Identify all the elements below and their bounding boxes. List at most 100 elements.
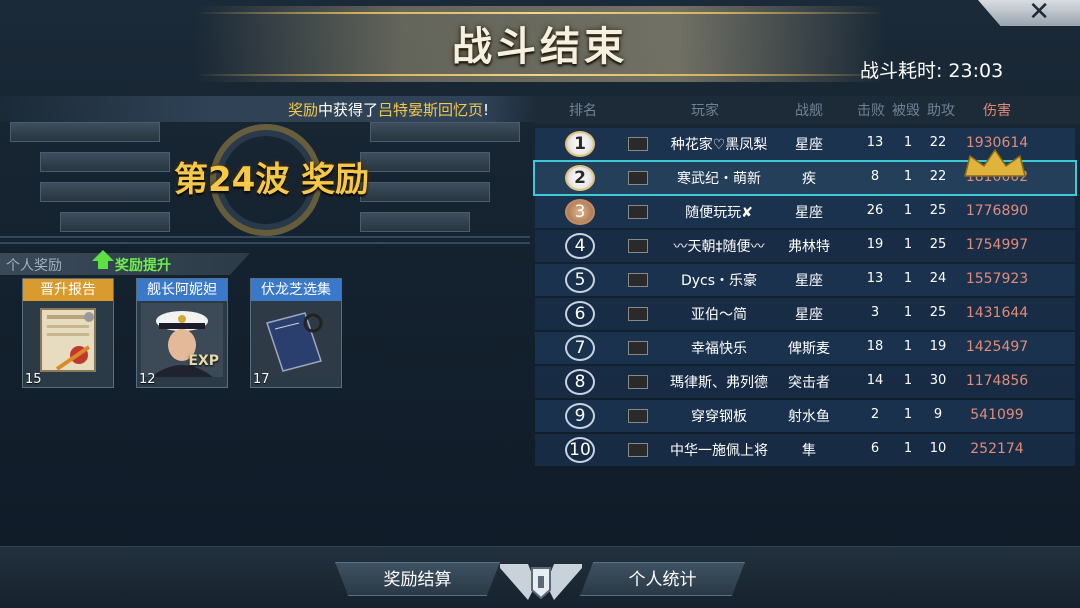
stat-damage: 1776890	[965, 203, 1029, 219]
header-ship: 战舰	[795, 103, 823, 119]
ship-name: 俾斯麦	[788, 341, 830, 357]
header-player: 玩家	[691, 103, 719, 119]
stat-assists: 9	[933, 407, 943, 422]
personal-reward-label: 个人奖励	[6, 258, 62, 274]
stat-destroyed: 1	[903, 339, 913, 354]
stat-damage: 1425497	[965, 339, 1029, 355]
stat-destroyed: 1	[903, 271, 913, 286]
battle-result-screen: 战斗结束 ✕ 战斗耗时: 23:03 奖励中获得了吕特晏斯回忆页! 第24波 奖励…	[0, 0, 1080, 608]
crown-icon	[964, 148, 1026, 177]
rank-badge: 7	[565, 335, 595, 361]
player-flag-icon	[628, 239, 648, 253]
ship-name: 弗林特	[788, 239, 830, 255]
table-row[interactable]: 5 Dycs・乐豪 星座 13 1 24 1557923	[535, 264, 1075, 296]
stat-destroyed: 1	[903, 305, 913, 320]
header-damage: 伤害	[983, 103, 1011, 119]
stat-destroyed: 1	[903, 237, 913, 252]
stat-assists: 25	[929, 237, 947, 252]
table-row[interactable]: 9 穿穿钢板 射水鱼 2 1 9 541099	[535, 400, 1075, 432]
certificate-icon	[40, 308, 96, 372]
stat-kills: 2	[870, 407, 880, 422]
stat-damage: 541099	[970, 407, 1024, 423]
stat-assists: 19	[929, 339, 947, 354]
stat-destroyed: 1	[903, 203, 913, 218]
rank-badge: 2	[565, 165, 595, 191]
stat-destroyed: 1	[903, 373, 913, 388]
stat-assists: 22	[929, 135, 947, 150]
timer-label: 战斗耗时:	[860, 60, 943, 82]
player-name: 幸福快乐	[691, 341, 747, 357]
player-name: 随便玩玩✘	[685, 205, 753, 221]
player-name: 亚伯〜简	[691, 307, 747, 323]
reward-card[interactable]: 舰长阿妮妲 EXP 12	[136, 278, 228, 388]
divider	[0, 242, 530, 244]
stat-kills: 8	[870, 169, 880, 184]
ship-name: 突击者	[788, 375, 830, 391]
player-name: Dycs・乐豪	[680, 273, 758, 289]
player-flag-icon	[628, 307, 648, 321]
rank-badge: 8	[565, 369, 595, 395]
header-assists: 助攻	[927, 103, 955, 119]
ship-name: 疾	[802, 171, 816, 187]
stat-assists: 10	[929, 441, 947, 456]
player-flag-icon	[628, 205, 648, 219]
ship-name: 射水鱼	[788, 409, 830, 425]
stat-destroyed: 1	[903, 169, 913, 184]
personal-stats-button[interactable]: 个人统计	[580, 562, 745, 596]
player-flag-icon	[628, 273, 648, 287]
card-count: 15	[25, 372, 42, 387]
rank-badge: 5	[565, 267, 595, 293]
table-row[interactable]: 10 中华一施佩上将 隼 6 1 10 252174	[535, 434, 1075, 466]
table-row[interactable]: 7 幸福快乐 俾斯麦 18 1 19 1425497	[535, 332, 1075, 364]
close-icon[interactable]: ✕	[1028, 0, 1050, 26]
stat-damage: 252174	[970, 441, 1024, 457]
rank-badge: 6	[565, 301, 595, 327]
player-name: 寒武纪・萌新	[677, 171, 761, 187]
reward-card[interactable]: 晋升报告 15	[22, 278, 114, 388]
stat-damage: 1174856	[965, 373, 1029, 389]
player-flag-icon	[628, 375, 648, 389]
player-name: 种花家♡黑凤梨	[670, 137, 768, 153]
stat-damage: 1431644	[965, 305, 1029, 321]
card-count: 17	[253, 372, 270, 387]
rank-badge: 4	[565, 233, 595, 259]
stat-assists: 30	[929, 373, 947, 388]
wave-reward-title: 第24波 奖励	[174, 160, 370, 200]
table-header: 排名 玩家 战舰 击败 被毁 助攻 伤害	[535, 96, 1080, 124]
table-row[interactable]: 3 随便玩玩✘ 星座 26 1 25 1776890	[535, 196, 1075, 228]
stat-destroyed: 1	[903, 135, 913, 150]
ship-name: 星座	[795, 273, 823, 289]
arrow-up-icon-stem	[98, 260, 108, 269]
stat-damage: 1557923	[965, 271, 1029, 287]
table-row[interactable]: 6 亚伯〜简 星座 3 1 25 1431644	[535, 298, 1075, 330]
player-flag-icon	[628, 171, 648, 185]
stat-assists: 22	[929, 169, 947, 184]
ship-name: 隼	[802, 443, 816, 459]
reward-card[interactable]: 伏龙芝选集 17	[250, 278, 342, 388]
table-row[interactable]: 8 瑪律斯、弗列德 突击者 14 1 30 1174856	[535, 366, 1075, 398]
stat-kills: 19	[866, 237, 884, 252]
exp-badge: EXP	[188, 353, 219, 369]
reward-boost-label: 奖励提升	[115, 258, 171, 274]
stat-assists: 25	[929, 203, 947, 218]
ship-name: 星座	[795, 205, 823, 221]
ship-name: 星座	[795, 137, 823, 153]
stat-destroyed: 1	[903, 441, 913, 456]
reward-settlement-button[interactable]: 奖励结算	[335, 562, 500, 596]
rank-badge: 10	[565, 437, 595, 463]
stat-kills: 3	[870, 305, 880, 320]
table-row[interactable]: 4 〰天朝‡随便〰 弗林特 19 1 25 1754997	[535, 230, 1075, 262]
book-icon	[255, 303, 337, 377]
stat-kills: 6	[870, 441, 880, 456]
card-title: 晋升报告	[23, 279, 113, 301]
stat-kills: 13	[866, 271, 884, 286]
stat-assists: 24	[929, 271, 947, 286]
stat-assists: 25	[929, 305, 947, 320]
player-flag-icon	[628, 443, 648, 457]
stat-kills: 18	[866, 339, 884, 354]
card-title: 舰长阿妮妲	[137, 279, 227, 301]
player-name: 中华一施佩上将	[670, 443, 768, 459]
stat-destroyed: 1	[903, 407, 913, 422]
header-kills: 击败	[857, 103, 885, 119]
player-flag-icon	[628, 409, 648, 423]
